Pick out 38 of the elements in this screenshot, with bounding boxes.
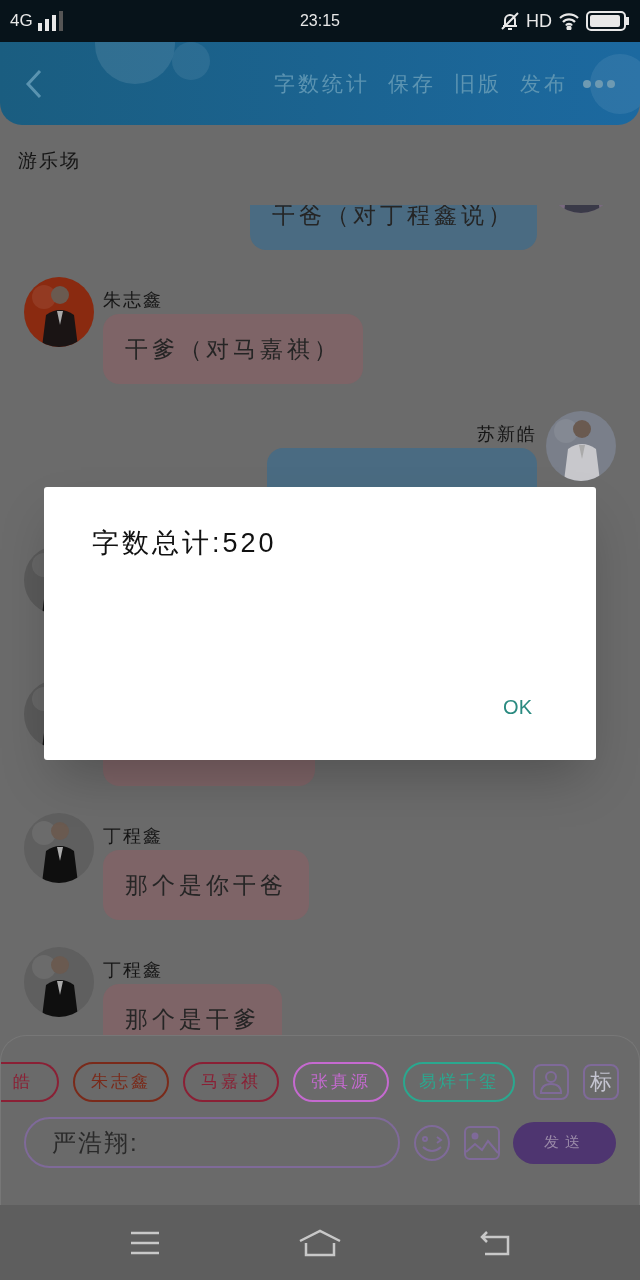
signal-icon (36, 11, 63, 31)
clock-time: 23:15 (299, 11, 340, 31)
sender-name: 苏新皓 (477, 424, 537, 444)
battery-icon (586, 11, 630, 31)
header-action[interactable]: 发布 (520, 67, 568, 100)
role-chip[interactable]: 朱志鑫 (73, 1062, 169, 1102)
header-action[interactable]: 旧版 (454, 67, 502, 100)
smiley-icon[interactable] (413, 1123, 452, 1162)
network-label: 4G (10, 10, 33, 33)
tag-button[interactable]: 标 (583, 1064, 619, 1100)
room-title: 游乐场 (18, 150, 81, 171)
role-chip[interactable]: 易烊千玺 (403, 1062, 515, 1102)
role-chip[interactable]: 马嘉祺 (183, 1062, 279, 1102)
home-icon[interactable] (298, 1228, 342, 1257)
role-chip[interactable]: 皓 (1, 1062, 59, 1102)
back-button[interactable] (24, 67, 44, 100)
sender-name: 丁程鑫 (103, 960, 163, 980)
role-chip[interactable]: 张真源 (293, 1062, 389, 1102)
message-bubble: 那个是你干爸 (103, 850, 309, 920)
person-icon[interactable] (533, 1064, 569, 1100)
hd-label: HD (526, 9, 552, 33)
send-button[interactable]: 发送 (513, 1121, 616, 1164)
back-icon[interactable] (479, 1229, 512, 1256)
message-input[interactable]: 严浩翔: (24, 1117, 401, 1168)
message-bubble: 干爹（对马嘉祺） (103, 314, 363, 384)
wifi-icon (558, 12, 580, 30)
dialog-message: 字数总计:520 (92, 527, 278, 560)
muted-bell-icon (500, 11, 520, 31)
bubble-decoration (590, 54, 640, 114)
sender-name: 朱志鑫 (103, 290, 163, 310)
header-action[interactable]: 字数统计 (274, 67, 370, 100)
more-icon[interactable] (582, 78, 616, 89)
message-bubble: 那个是干爹 (103, 984, 282, 1035)
ok-button[interactable]: OK (503, 692, 532, 722)
sender-name: 丁程鑫 (103, 826, 163, 846)
image-icon[interactable] (464, 1125, 501, 1160)
menu-icon[interactable] (128, 1229, 161, 1256)
header-action[interactable]: 保存 (388, 67, 436, 100)
